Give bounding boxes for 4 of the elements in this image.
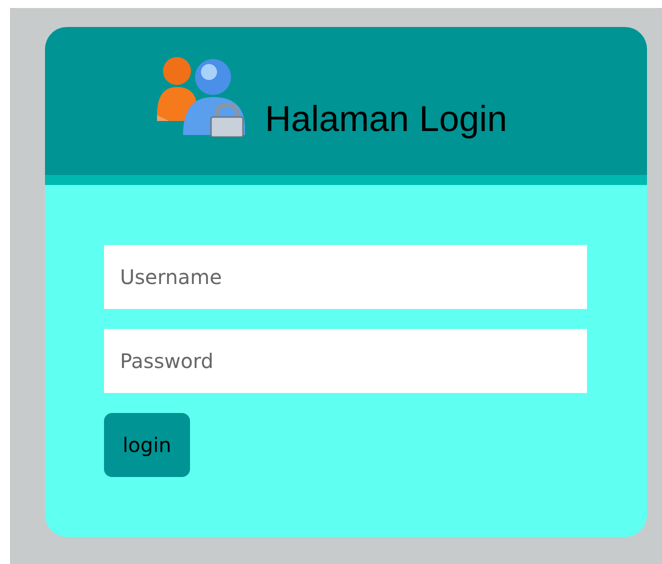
login-button[interactable]: login bbox=[104, 413, 190, 477]
input-field[interactable]: Username bbox=[104, 245, 587, 309]
input-field[interactable]: Password bbox=[104, 329, 587, 393]
page-title: Halaman Login bbox=[265, 101, 508, 137]
